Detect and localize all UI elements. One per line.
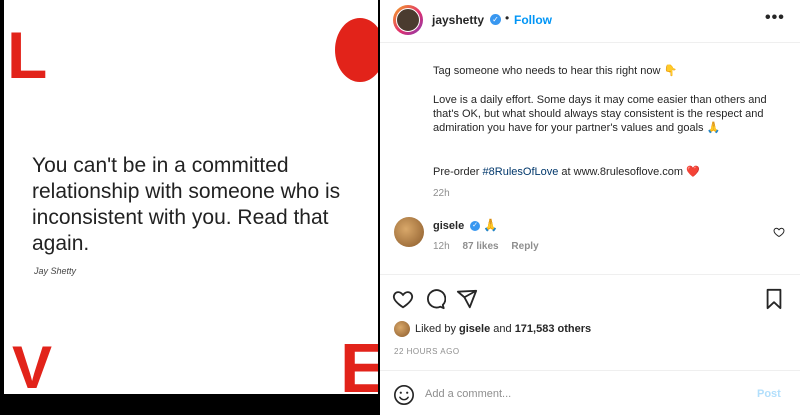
caption-line: Tag someone who needs to hear this right… [433,65,678,77]
verified-icon: ✓ [490,14,501,25]
comment-input[interactable]: Add a comment... [425,388,511,400]
hashtag-link[interactable]: #8RulesOfLove [483,166,559,178]
verified-icon: ✓ [470,221,480,231]
author-username[interactable]: jayshetty [432,13,484,27]
caption-paragraph: Love is a daily effort. Some days it may… [433,94,767,134]
liked-by-prefix: Liked by [415,323,460,335]
liker-avatar[interactable] [394,321,410,337]
letter-o-circle [335,18,378,82]
follow-button[interactable]: Follow [514,13,552,27]
letter-v: V [12,334,53,395]
comment-like-heart-icon[interactable] [773,226,785,238]
liked-by-and: and [490,323,515,335]
liked-by-text: Liked by gisele and 171,583 others [415,323,591,335]
share-send-icon[interactable] [456,288,478,310]
comment-time: 12h [433,241,450,252]
preorder-suffix: at www.8rulesoflove.com ❤️ [558,166,700,178]
like-heart-icon[interactable] [392,288,414,310]
commenter-avatar[interactable] [394,217,424,247]
bookmark-icon[interactable] [764,288,784,310]
caption-preorder: Pre-order #8RulesOfLove at www.8rulesofl… [433,165,773,179]
liked-by-user[interactable]: gisele [459,323,490,335]
more-options-icon[interactable]: ••• [765,9,785,27]
actions-divider [380,274,800,275]
post-panel: jayshetty ✓ • Follow ••• Tag someone who… [380,0,800,415]
letter-e: E [340,329,378,394]
author-avatar[interactable] [393,5,423,35]
comment-text: 🙏 [483,218,498,232]
likes-count[interactable]: 171,583 others [515,323,591,335]
header-divider [380,42,800,43]
letter-l: L [7,18,48,92]
post-timestamp: 22 HOURS AGO [394,347,460,356]
post-comment-button[interactable]: Post [757,388,781,400]
separator-dot: • [505,11,510,25]
quote-author: Jay Shetty [34,266,77,276]
commenter-username[interactable]: gisele [433,220,464,232]
comment-box-divider [380,370,800,371]
preorder-prefix: Pre-order [433,166,483,178]
caption-time: 22h [433,188,450,199]
quote-text: You can't be in a committed relationship… [32,154,341,255]
emoji-smile-icon[interactable] [393,384,415,406]
instagram-post-screenshot: L You can't be in a committed relationsh… [0,0,800,415]
comment-bubble-icon[interactable] [424,288,446,310]
comment-meta: 12h 87 likes Reply [433,241,549,252]
comment-likes[interactable]: 87 likes [462,241,498,252]
post-header: jayshetty ✓ • Follow ••• [380,0,800,40]
post-image: L You can't be in a committed relationsh… [4,0,378,394]
reply-button[interactable]: Reply [511,241,538,252]
